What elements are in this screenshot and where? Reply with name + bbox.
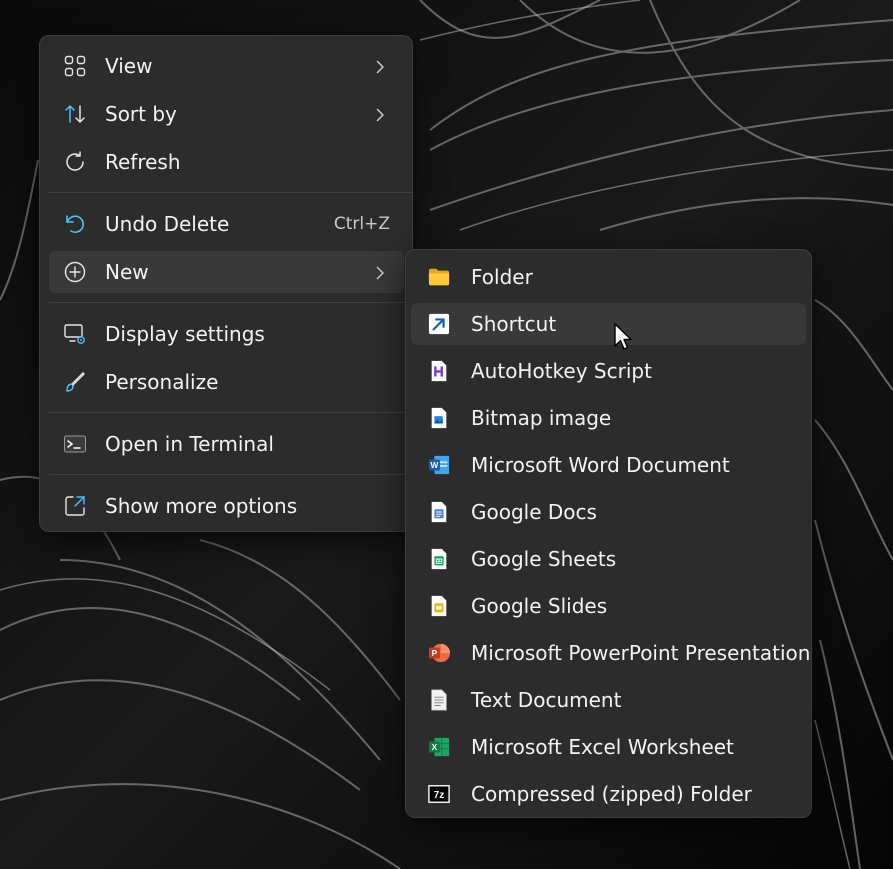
menu-item-refresh[interactable]: Refresh [49, 141, 404, 183]
menu-item-new[interactable]: New [49, 251, 404, 293]
menu-item-personalize[interactable]: Personalize [49, 361, 404, 403]
more-options-icon [63, 494, 87, 518]
menu-item-show-more-options[interactable]: Show more options [49, 485, 404, 527]
menu-item-label: Open in Terminal [105, 432, 274, 456]
svg-text:X: X [432, 743, 438, 752]
shortcut-icon [428, 313, 450, 335]
submenu-item-google-docs[interactable]: Google Docs [411, 491, 806, 533]
submenu-item-compressed-folder[interactable]: 7z Compressed (zipped) Folder [411, 773, 806, 815]
menu-item-undo-delete[interactable]: Undo Delete Ctrl+Z [49, 203, 404, 245]
svg-text:W: W [431, 461, 439, 470]
submenu-item-autohotkey-script[interactable]: AutoHotkey Script [411, 350, 806, 392]
submenu-item-label: Google Sheets [471, 547, 617, 571]
menu-item-label: New [105, 260, 149, 284]
menu-item-sort-by[interactable]: Sort by [49, 93, 404, 135]
chevron-right-icon [374, 57, 386, 75]
submenu-item-google-sheets[interactable]: Google Sheets [411, 538, 806, 580]
submenu-item-label: Google Slides [471, 594, 608, 618]
submenu-item-label: Google Docs [471, 500, 597, 524]
chevron-right-icon [374, 105, 386, 123]
submenu-item-label: Microsoft Word Document [471, 453, 730, 477]
terminal-icon [63, 432, 87, 456]
new-plus-icon [63, 260, 87, 284]
display-settings-icon [63, 322, 87, 346]
menu-item-label: Undo Delete [105, 212, 230, 236]
menu-separator [49, 192, 412, 193]
bitmap-icon [428, 407, 450, 429]
svg-text:P: P [432, 649, 438, 658]
menu-item-label: Refresh [105, 150, 181, 174]
undo-icon [63, 212, 87, 236]
svg-text:7z: 7z [434, 790, 445, 801]
submenu-item-powerpoint-presentation[interactable]: P Microsoft PowerPoint Presentation [411, 632, 810, 674]
menu-separator [49, 302, 412, 303]
menu-item-label: Sort by [105, 102, 177, 126]
submenu-item-folder[interactable]: Folder [411, 256, 806, 298]
submenu-item-excel-worksheet[interactable]: X Microsoft Excel Worksheet [411, 726, 806, 768]
refresh-icon [63, 150, 87, 174]
word-icon: W [428, 454, 450, 476]
excel-icon: X [428, 736, 450, 758]
zip-icon: 7z [428, 783, 450, 805]
menu-item-label: Personalize [105, 370, 219, 394]
google-docs-icon [428, 501, 450, 523]
menu-item-display-settings[interactable]: Display settings [49, 313, 404, 355]
mouse-cursor-icon [614, 323, 632, 350]
submenu-item-label: Bitmap image [471, 406, 612, 430]
menu-separator [49, 474, 412, 475]
new-submenu: Folder Shortcut AutoHotkey Script Bitmap… [405, 249, 812, 818]
autohotkey-icon [428, 360, 450, 382]
submenu-item-word-document[interactable]: W Microsoft Word Document [411, 444, 806, 486]
submenu-item-shortcut[interactable]: Shortcut [411, 303, 806, 345]
submenu-item-label: Microsoft Excel Worksheet [471, 735, 734, 759]
view-grid-icon [63, 54, 87, 78]
submenu-item-label: Text Document [471, 688, 622, 712]
chevron-right-icon [374, 263, 386, 281]
menu-separator [49, 412, 412, 413]
sort-icon [63, 102, 87, 126]
text-document-icon [428, 689, 450, 711]
menu-item-view[interactable]: View [49, 45, 404, 87]
submenu-item-label: AutoHotkey Script [471, 359, 652, 383]
powerpoint-icon: P [428, 642, 450, 664]
submenu-item-google-slides[interactable]: Google Slides [411, 585, 806, 627]
keyboard-shortcut: Ctrl+Z [333, 214, 390, 234]
google-slides-icon [428, 595, 450, 617]
brush-icon [63, 370, 87, 394]
submenu-item-bitmap-image[interactable]: Bitmap image [411, 397, 806, 439]
submenu-item-label: Folder [471, 265, 533, 289]
google-sheets-icon [428, 548, 450, 570]
submenu-item-label: Compressed (zipped) Folder [471, 782, 752, 806]
menu-item-label: Display settings [105, 322, 265, 346]
menu-item-label: View [105, 54, 153, 78]
menu-item-label: Show more options [105, 494, 298, 518]
menu-item-open-in-terminal[interactable]: Open in Terminal [49, 423, 404, 465]
submenu-item-label: Microsoft PowerPoint Presentation [471, 641, 811, 665]
submenu-item-label: Shortcut [471, 312, 557, 336]
submenu-item-text-document[interactable]: Text Document [411, 679, 806, 721]
desktop-context-menu: View Sort by Refresh Undo Delete Ctrl+Z … [39, 35, 413, 532]
folder-icon [428, 266, 450, 288]
